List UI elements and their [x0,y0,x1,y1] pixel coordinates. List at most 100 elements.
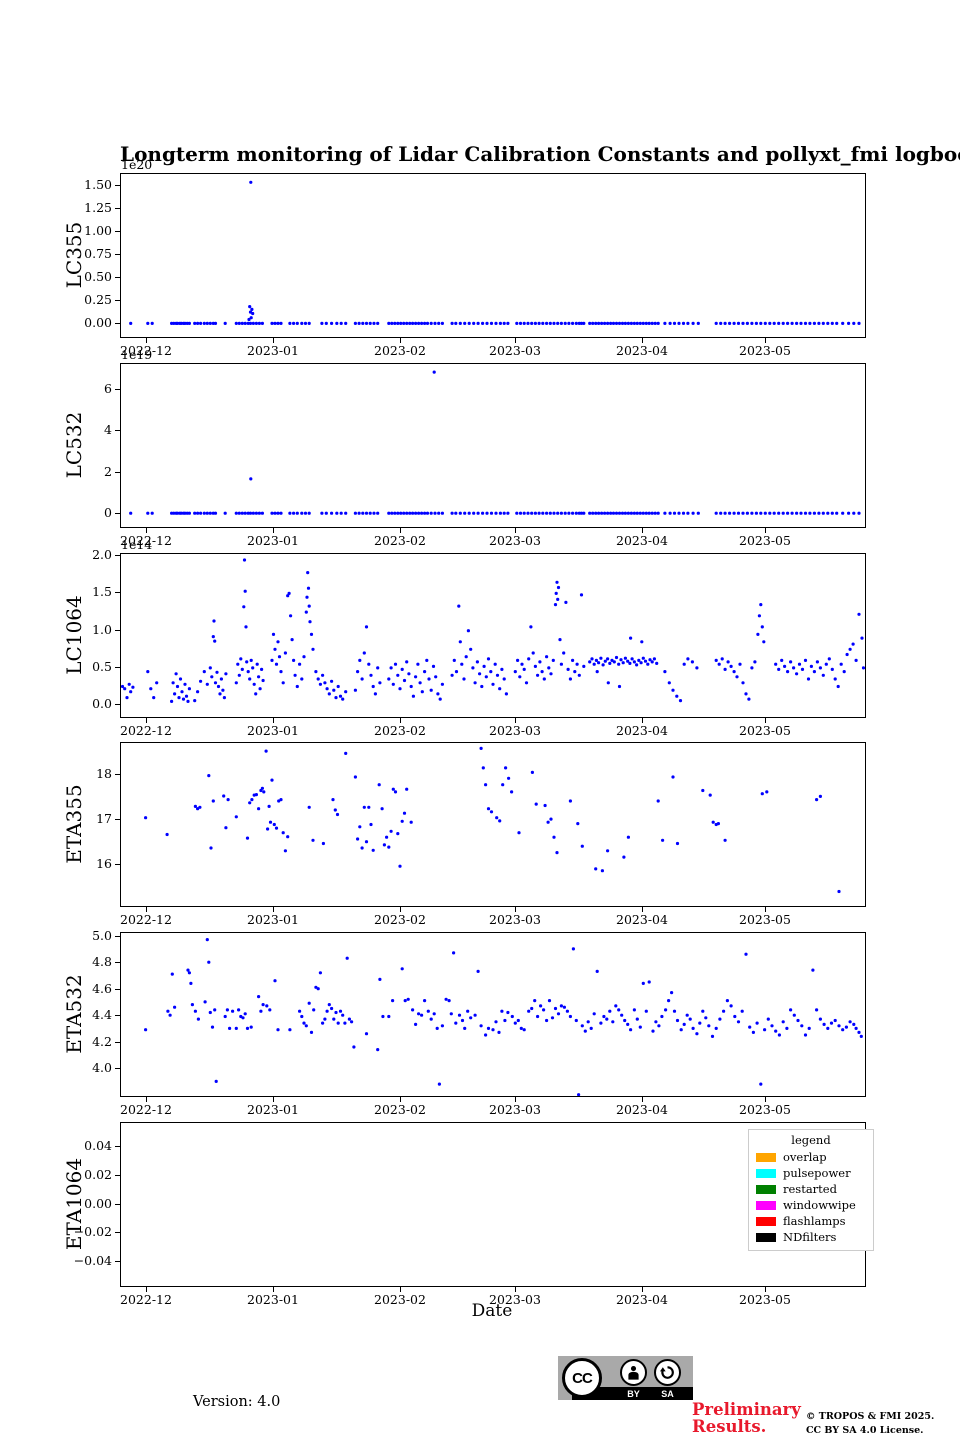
y-tick-label: −0.04 [73,1253,112,1268]
axis-offset-label: 1e14 [121,537,153,552]
subplot-LC1064 [120,553,866,718]
y-tick [115,1042,120,1043]
x-tick-label: 2022-12 [120,1102,172,1117]
x-tick-label: 2023-01 [247,343,299,358]
preliminary-results-text: Preliminary Results. [692,1401,801,1436]
legend-swatch-pulsepower [756,1168,776,1178]
y-axis-label-LC1064: LC1064 [62,594,86,675]
cc-license-badge: BY SA CC [558,1356,693,1400]
y-tick-label: 2.0 [92,547,112,562]
y-tick-label: 5.0 [92,928,112,943]
y-tick [115,555,120,556]
cc-sa-arrow-icon [654,1359,681,1386]
subplot-LC355 [120,173,866,338]
x-tick-label: 2022-12 [120,723,172,738]
legend-entry-restarted: restarted [756,1181,866,1197]
subplot-ETA532 [120,932,866,1097]
x-tick-label: 2023-05 [739,533,791,548]
y-tick [115,185,120,186]
x-tick-label: 2023-02 [374,723,426,738]
cc-by-label: BY [627,1389,640,1399]
y-tick [115,430,120,431]
cc-by-person-icon [620,1359,647,1386]
figure: Longterm monitoring of Lidar Calibration… [0,0,960,1440]
cc-icon-text: CC [572,1369,593,1387]
scatter-points-ETA532 [144,938,863,1096]
legend-swatch-overlap [756,1152,776,1162]
x-tick-label: 2023-05 [739,1102,791,1117]
y-tick-label: 0.04 [84,1138,112,1153]
y-tick [115,1232,120,1233]
legend-swatch-flashlamps [756,1216,776,1226]
legend-label: flashlamps [783,1214,846,1228]
x-tick-label: 2023-01 [247,533,299,548]
y-axis-label-ETA355: ETA355 [62,783,86,864]
x-tick-label: 2023-02 [374,533,426,548]
legend-entry-pulsepower: pulsepower [756,1165,866,1181]
y-tick-label: 0.00 [84,315,112,330]
y-tick [115,472,120,473]
x-tick-label: 2023-03 [489,1102,541,1117]
y-tick [115,323,120,324]
version-text: Version: 4.0 [193,1394,281,1410]
y-tick [115,277,120,278]
x-tick-label: 2023-04 [616,912,668,927]
y-tick [115,936,120,937]
copyright-text: © TROPOS & FMI 2025. CC BY SA 4.0 Licens… [806,1410,934,1439]
y-tick [115,1175,120,1176]
cc-sa-label: SA [661,1389,674,1399]
y-tick-label: 0.0 [92,696,112,711]
x-tick-label: 2023-03 [489,343,541,358]
y-tick [115,819,120,820]
y-tick [115,208,120,209]
x-tick-label: 2023-03 [489,912,541,927]
x-tick-label: 2023-02 [374,1102,426,1117]
y-tick [115,630,120,631]
y-tick [115,962,120,963]
scatter-points-ETA355 [144,746,841,894]
page-title: Longterm monitoring of Lidar Calibration… [120,142,960,166]
x-tick-label: 2023-02 [374,343,426,358]
x-tick-label: 2023-01 [247,723,299,738]
cc-icon: CC [562,1358,602,1398]
y-tick-label: 1.25 [84,200,112,215]
x-tick-label: 2023-05 [739,912,791,927]
x-tick-label: 2023-03 [489,723,541,738]
y-tick [115,1146,120,1147]
axis-offset-label: 1e19 [121,347,153,362]
x-tick-label: 2023-01 [247,1102,299,1117]
legend-label: pulsepower [783,1166,851,1180]
x-tick-label: 2023-03 [489,533,541,548]
legend-label: restarted [783,1182,837,1196]
y-tick [115,704,120,705]
y-tick [115,254,120,255]
subplot-ETA1064: legend overlap pulsepower restarted windowwi… [120,1122,874,1287]
subplot-LC532 [120,363,866,528]
x-tick-label: 2023-02 [374,912,426,927]
legend-entry-flashlamps: flashlamps [756,1213,866,1229]
x-tick-label: 2023-04 [616,1102,668,1117]
axis-offset-label: 1e20 [121,157,153,172]
scatter-points-LC532 [129,370,861,515]
y-tick-label: 1.50 [84,177,112,192]
y-tick [115,1261,120,1262]
y-tick-label: 4.8 [92,954,112,969]
x-tick-label: 2023-05 [739,343,791,358]
y-tick [115,774,120,775]
legend: legend overlap pulsepower restarted windowwi… [748,1129,874,1251]
legend-entry-NDfilters: NDfilters [756,1229,866,1245]
x-tick-label: 2022-12 [120,912,172,927]
legend-title: legend [791,1133,831,1147]
y-tick [115,513,120,514]
legend-swatch-restarted [756,1184,776,1194]
y-tick [115,1015,120,1016]
x-tick-label: 2023-05 [739,723,791,738]
preliminary-line2: Results. [692,1417,767,1437]
y-axis-label-LC532: LC532 [62,411,86,478]
x-tick-label: 2023-01 [247,912,299,927]
y-tick-label: 18 [96,766,112,781]
y-axis-label-ETA532: ETA532 [62,973,86,1054]
legend-entry-overlap: overlap [756,1149,866,1165]
x-axis-label: Date [471,1301,513,1321]
scatter-points-LC1064 [121,558,865,703]
